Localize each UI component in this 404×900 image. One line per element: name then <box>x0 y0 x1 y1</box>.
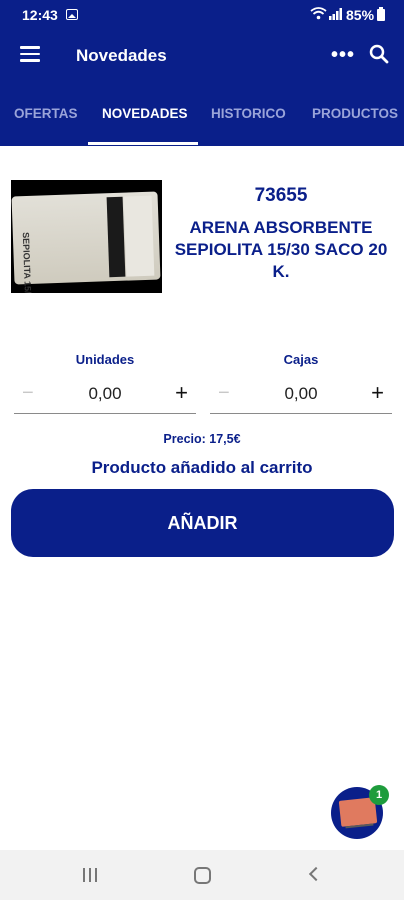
units-label: Unidades <box>75 352 135 367</box>
app-bar: Novedades ••• <box>0 32 404 82</box>
page-title: Novedades <box>76 46 167 65</box>
signal-icon <box>329 8 342 20</box>
hamburger-icon[interactable] <box>20 46 40 62</box>
cart-count-badge: 1 <box>369 785 389 805</box>
recent-apps-icon[interactable] <box>82 868 98 882</box>
system-nav-bar <box>0 850 404 900</box>
tab-ofertas[interactable]: OFERTAS <box>14 106 78 121</box>
tab-novedades[interactable]: NOVEDADES <box>102 106 188 121</box>
image-notification-icon <box>66 9 78 20</box>
add-button[interactable]: AÑADIR <box>11 489 394 557</box>
tab-bar: OFERTAS NOVEDADES HISTORICO PRODUCTOS <box>0 96 404 146</box>
home-icon[interactable] <box>194 867 211 884</box>
units-stepper: − 0,00 + <box>14 378 196 414</box>
added-message: Producto añadido al carrito <box>91 458 313 477</box>
battery-percent: 85% <box>346 7 375 23</box>
boxes-stepper: − 0,00 + <box>210 378 392 414</box>
back-icon[interactable] <box>308 866 324 882</box>
product-image-label: SEPIOLITA 15/30 <box>20 231 34 293</box>
product-image: SEPIOLITA 15/30 <box>11 180 162 293</box>
more-icon[interactable]: ••• <box>331 45 355 65</box>
units-input[interactable]: 0,00 <box>14 384 196 404</box>
boxes-input[interactable]: 0,00 <box>210 384 392 404</box>
product-name: ARENA ABSORBENTE SEPIOLITA 15/30 SACO 20… <box>174 218 388 281</box>
tab-indicator <box>88 142 198 145</box>
product-bag-illustration: SEPIOLITA 15/30 <box>11 191 161 293</box>
status-bar: 12:43 85% <box>0 0 404 32</box>
tab-historico[interactable]: HISTORICO <box>211 106 286 121</box>
price-text: Precio: 17,5€ <box>163 432 241 446</box>
top-bar: 12:43 85% Novedades ••• OFERTAS NOVEDADE… <box>0 0 404 146</box>
units-increment-button[interactable]: + <box>175 380 188 406</box>
boxes-increment-button[interactable]: + <box>371 380 384 406</box>
status-time: 12:43 <box>22 7 58 23</box>
tab-productos[interactable]: PRODUCTOS <box>312 106 398 121</box>
battery-icon <box>377 7 385 21</box>
boxes-label: Cajas <box>283 352 319 367</box>
wifi-icon <box>310 7 327 20</box>
search-icon[interactable] <box>369 44 389 64</box>
product-code: 73655 <box>254 185 308 206</box>
